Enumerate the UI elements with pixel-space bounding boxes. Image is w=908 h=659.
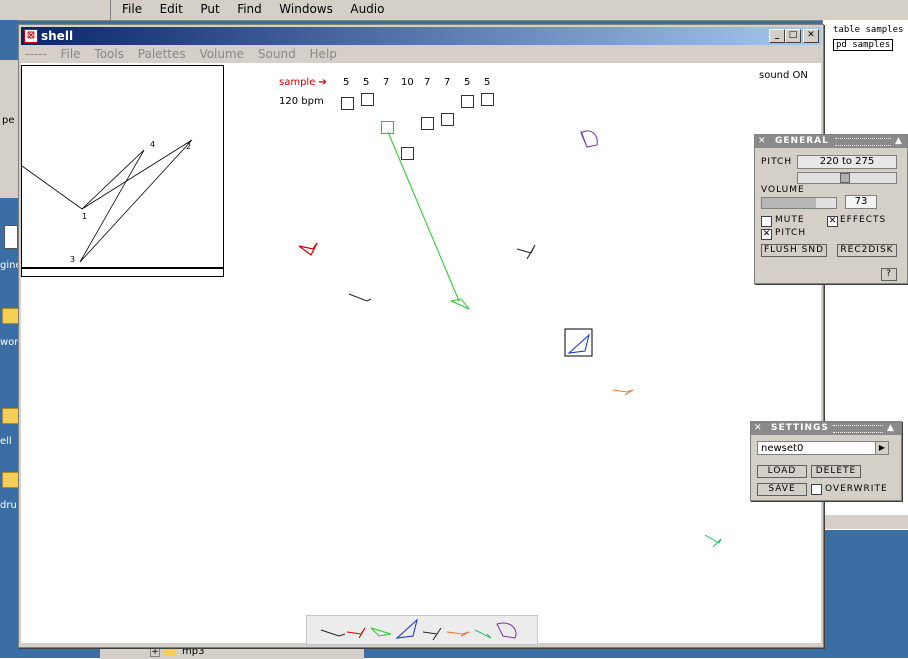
load-button[interactable]: LOAD — [757, 465, 807, 478]
palette-dark-shell[interactable] — [422, 627, 442, 641]
shell-menubar: ----- File Tools Palettes Volume Sound H… — [21, 45, 821, 63]
canvas-drawings — [298, 130, 722, 548]
effects-label: EFFECTS — [840, 215, 887, 225]
pd-main-menubar: File Edit Put Find Windows Audio — [0, 0, 908, 21]
shell-menu-file[interactable]: File — [60, 47, 80, 61]
palette-purple-shell[interactable] — [496, 622, 517, 639]
pd-menu-edit[interactable]: Edit — [160, 2, 183, 16]
palette-orange-shell[interactable] — [446, 631, 470, 637]
delete-button[interactable]: DELETE — [811, 465, 861, 478]
collapse-icon[interactable]: ▲ — [887, 422, 895, 435]
shell-titlebar[interactable]: ⊠ shell _ □ ✕ — [21, 27, 821, 45]
pd-menu-windows[interactable]: Windows — [279, 2, 333, 16]
explorer-fragment — [0, 60, 18, 198]
palette-teal-shell[interactable] — [474, 629, 492, 639]
palette-green-shell[interactable] — [370, 627, 392, 637]
volume-value[interactable]: 73 — [845, 195, 877, 209]
pitch-check-label: PITCH — [775, 228, 807, 238]
folder-icon — [164, 647, 176, 656]
pitch-checkbox[interactable]: ✕ — [761, 229, 772, 240]
drag-grip[interactable] — [835, 138, 891, 146]
close-icon[interactable]: ✕ — [754, 422, 763, 435]
settings-panel-titlebar[interactable]: ✕ SETTINGS ▲ — [751, 422, 901, 435]
flush-snd-button[interactable]: FLUSH SND — [761, 244, 827, 257]
object-table-samples[interactable]: table samples — [833, 25, 903, 35]
settings-panel-title: SETTINGS — [771, 423, 829, 433]
shell-menu-help[interactable]: Help — [310, 47, 337, 61]
overwrite-label: OVERWRITE — [825, 484, 888, 494]
overwrite-checkbox[interactable] — [811, 484, 822, 495]
general-panel: ✕ GENERAL ▲ PITCH 220 to 275 VOLUME 73 M… — [754, 134, 908, 284]
drag-grip[interactable] — [833, 425, 883, 433]
left-desktop-strip: pe gine wor ell dru — [0, 20, 22, 658]
palette-red-shell[interactable] — [346, 627, 366, 639]
general-panel-title: GENERAL — [775, 136, 829, 146]
save-button[interactable]: SAVE — [757, 483, 807, 496]
desktop-label-ell: ell — [0, 436, 12, 447]
close-icon[interactable]: ✕ — [758, 135, 767, 148]
patch-scrollbar[interactable] — [823, 515, 908, 529]
green-shell-glyph[interactable] — [449, 298, 470, 310]
help-button[interactable]: ? — [881, 268, 897, 281]
preset-select[interactable]: newset0 ▶ — [757, 441, 889, 455]
minimize-button[interactable]: _ — [769, 29, 785, 43]
maximize-button[interactable]: □ — [785, 29, 801, 43]
volume-slider[interactable] — [761, 197, 837, 209]
pitch-slider[interactable] — [797, 172, 897, 184]
close-button[interactable]: ✕ — [803, 29, 819, 43]
preset-select-value: newset0 — [761, 443, 804, 454]
shell-menu-sound[interactable]: Sound — [258, 47, 296, 61]
pd-menu-file[interactable]: File — [122, 2, 142, 16]
palette-blue-shell[interactable] — [395, 618, 418, 639]
red-shell-glyph[interactable] — [298, 242, 318, 256]
shell-menu-palettes[interactable]: Palettes — [138, 47, 186, 61]
dark-shell-glyph[interactable] — [348, 293, 372, 302]
volume-label: VOLUME — [761, 185, 805, 195]
mute-checkbox[interactable] — [761, 216, 772, 227]
palette-black-shell[interactable] — [320, 629, 346, 637]
shell-menu-separator: ----- — [25, 47, 47, 61]
teal-shell-glyph[interactable] — [704, 534, 722, 548]
general-panel-titlebar[interactable]: ✕ GENERAL ▲ — [755, 135, 907, 148]
volume-slider-fill — [762, 198, 816, 208]
shell-palette — [306, 615, 538, 645]
pd-menu-find[interactable]: Find — [237, 2, 262, 16]
settings-panel: ✕ SETTINGS ▲ newset0 ▶ LOAD DELETE SAVE … — [750, 421, 902, 501]
desktop-label-wor: wor — [0, 337, 19, 348]
pd-app-icon: ⊠ — [24, 29, 38, 43]
shell-title: shell — [41, 29, 74, 43]
pd-menu-audio[interactable]: Audio — [350, 2, 384, 16]
pd-menu-put[interactable]: Put — [200, 2, 219, 16]
shell-menu-volume[interactable]: Volume — [199, 47, 244, 61]
collapse-icon[interactable]: ▲ — [895, 135, 903, 148]
dropdown-arrow-icon[interactable]: ▶ — [875, 442, 888, 454]
object-pd-samples[interactable]: pd samples — [833, 39, 894, 51]
mute-label: MUTE — [775, 215, 805, 225]
desktop-label-dru: dru — [0, 500, 17, 511]
purple-shell-glyph[interactable] — [580, 130, 598, 148]
pd-window-fragment — [0, 0, 111, 20]
pitch-range-display: 220 to 275 — [797, 155, 897, 169]
shell-window: ⊠ shell _ □ ✕ ----- File Tools Palettes … — [18, 24, 824, 648]
palette-svg — [320, 618, 517, 641]
black-shell-glyph[interactable] — [516, 244, 536, 260]
expand-icon[interactable]: + — [150, 647, 160, 657]
orange-shell-glyph[interactable] — [612, 389, 634, 396]
blue-shell-glyph[interactable] — [567, 333, 590, 354]
shell-menu-tools[interactable]: Tools — [94, 47, 124, 61]
pitch-slider-thumb[interactable] — [840, 173, 850, 183]
pd-menu: File Edit Put Find Windows Audio — [122, 2, 398, 16]
effects-checkbox[interactable]: ✕ — [827, 216, 838, 227]
rec2disk-button[interactable]: REC2DISK — [837, 244, 897, 257]
green-trajectory-line — [387, 131, 460, 302]
shell-canvas[interactable]: 1 4 2 3 sample ➔ 5 5 7 10 7 7 5 5 120 bp… — [21, 63, 821, 645]
document-icon[interactable] — [4, 225, 18, 249]
desktop-label-pe: pe — [2, 115, 15, 126]
pitch-label: PITCH — [761, 157, 793, 167]
